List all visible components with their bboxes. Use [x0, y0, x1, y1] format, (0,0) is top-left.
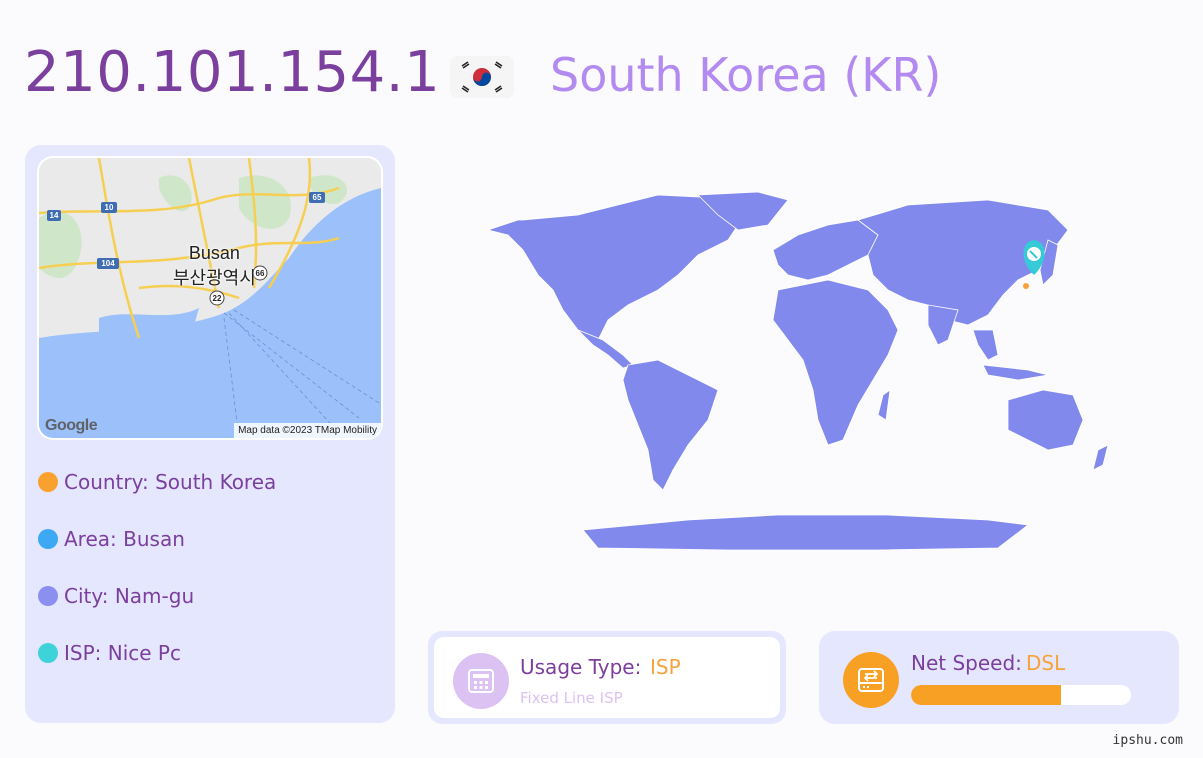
isp-dot-icon	[38, 643, 58, 663]
usage-type-sub: Fixed Line ISP	[520, 689, 623, 707]
info-country-text: Country: South Korea	[64, 470, 277, 494]
city-dot-icon	[38, 586, 58, 606]
info-isp: ISP: Nice Pc	[38, 641, 181, 665]
location-marker-icon	[1023, 240, 1045, 289]
info-area-text: Area: Busan	[64, 527, 185, 551]
map-attribution[interactable]: Map data ©2023 TMap Mobility	[234, 423, 381, 438]
map-city-korean: 부산광역시	[173, 268, 256, 289]
phone-fax-icon	[453, 653, 509, 709]
net-speed-bar	[911, 685, 1131, 705]
info-isp-text: ISP: Nice Pc	[64, 641, 181, 665]
usage-type-value: ISP	[650, 655, 681, 679]
location-map[interactable]: 14 10 65 104 66 22 Busan 부산광역시 Google Ma…	[39, 158, 381, 438]
info-city-text: City: Nam-gu	[64, 584, 195, 608]
road-label: 65	[313, 193, 322, 202]
info-area: Area: Busan	[38, 527, 185, 551]
usage-type-label: Usage Type:	[520, 655, 642, 679]
info-country: Country: South Korea	[38, 470, 276, 494]
south-korea-flag-icon	[450, 56, 514, 98]
info-city: City: Nam-gu	[38, 584, 194, 608]
location-panel: 14 10 65 104 66 22 Busan 부산광역시 Google Ma…	[25, 145, 395, 723]
ip-address: 210.101.154.1	[24, 40, 441, 105]
net-speed-card: Net Speed: DSL	[819, 631, 1179, 724]
road-label: 10	[105, 203, 114, 212]
road-label: 22	[213, 294, 222, 303]
map-city-english: Busan	[188, 243, 240, 263]
road-label: 66	[256, 269, 265, 278]
net-speed-bar-fill	[911, 685, 1061, 705]
net-speed-label: Net Speed:	[911, 651, 1022, 675]
road-label: 14	[50, 211, 59, 220]
google-logo: Google	[45, 417, 98, 434]
road-label: 104	[101, 259, 115, 268]
network-drive-icon	[843, 652, 899, 708]
country-title: South Korea (KR)	[550, 48, 942, 102]
net-speed-value: DSL	[1026, 651, 1066, 675]
country-dot-icon	[38, 472, 58, 492]
usage-type-card: Usage Type: ISP Fixed Line ISP	[428, 631, 786, 724]
world-map	[428, 180, 1148, 560]
map-city-label: Busan 부산광역시	[173, 243, 256, 290]
site-watermark: ipshu.com	[1112, 733, 1183, 748]
area-dot-icon	[38, 529, 58, 549]
